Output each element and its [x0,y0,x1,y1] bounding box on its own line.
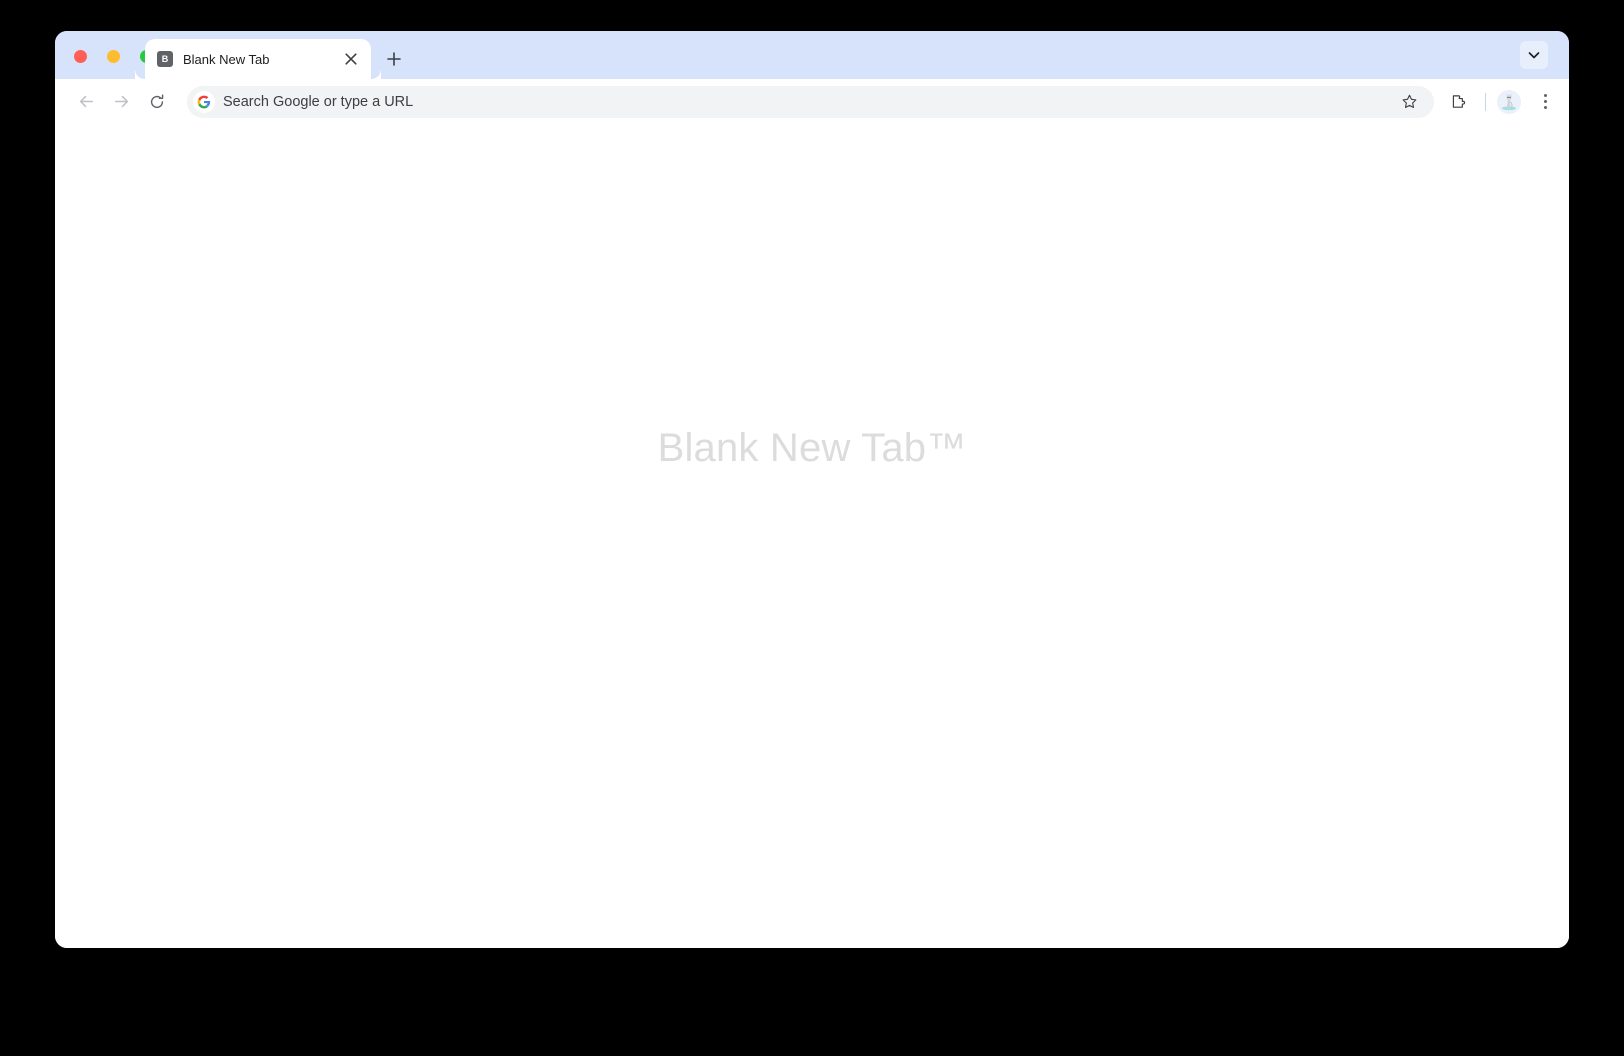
tab-strip: B Blank New Tab [55,31,1569,79]
tab-search-button[interactable] [1520,41,1548,69]
star-icon[interactable] [1396,89,1422,115]
menu-dot [1543,100,1547,103]
toolbar-divider [1485,92,1486,111]
extensions-button[interactable] [1444,87,1474,117]
plus-icon [387,52,401,66]
google-g-icon [193,90,215,113]
tab-blank-new-tab[interactable]: B Blank New Tab [145,39,381,79]
window-traffic-lights [74,50,153,63]
menu-dot [1543,94,1547,97]
new-tab-button[interactable] [380,45,408,73]
tab-favicon-icon: B [157,51,173,67]
browser-window: B Blank New Tab Search Google or type a … [55,31,1569,948]
three-dot-menu-icon[interactable] [1531,88,1559,116]
chevron-down-icon [1528,52,1540,59]
arrow-right-icon [114,95,128,108]
address-bar-text: Search Google or type a URL [223,93,414,110]
back-button[interactable] [69,85,103,119]
forward-button[interactable] [104,85,138,119]
menu-dot [1543,106,1547,109]
puzzle-piece-icon [1452,94,1466,108]
tab-title: Blank New Tab [183,51,270,67]
close-icon[interactable] [341,49,361,69]
tabs-area: B Blank New Tab [145,31,408,79]
minimize-window-button[interactable] [107,50,120,63]
browser-toolbar: Search Google or type a URL [55,79,1569,124]
profile-avatar-icon[interactable] [1497,89,1521,114]
reload-icon [150,93,164,108]
close-window-button[interactable] [74,50,87,63]
page-title: Blank New Tab™ [657,426,967,470]
arrow-left-icon [79,95,93,108]
reload-button[interactable] [140,85,174,119]
address-bar[interactable]: Search Google or type a URL [187,85,1434,118]
page-content: Blank New Tab™ [55,124,1569,948]
